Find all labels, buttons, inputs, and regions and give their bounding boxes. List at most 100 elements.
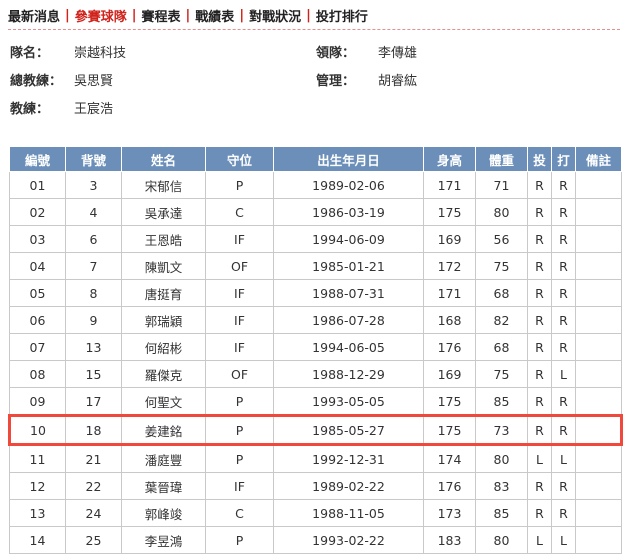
cell-jersey: 15 <box>65 360 122 388</box>
cell-throws: L <box>527 526 552 554</box>
table-row: 10 18 姜建銘 P 1985-05-27 175 73 R R <box>8 414 623 446</box>
cell-weight: 71 <box>475 171 528 199</box>
cell-birthdate: 1994-06-05 <box>273 333 424 361</box>
cell-height: 175 <box>423 198 476 226</box>
table-row: 02 4 吳承達 C 1986-03-19 175 80 R R <box>9 198 622 226</box>
cell-no: 12 <box>9 472 66 500</box>
nav-leaders[interactable]: 投打排行 <box>316 6 368 25</box>
cell-no: 03 <box>9 225 66 253</box>
cell-bats: R <box>551 333 576 361</box>
col-header-height: 身高 <box>423 147 476 172</box>
table-row: 13 24 郭峰竣 C 1988-11-05 173 85 R R <box>9 499 622 527</box>
team-name-label: 隊名： <box>10 46 50 61</box>
nav-schedule[interactable]: 賽程表 <box>142 6 181 25</box>
cell-weight: 83 <box>475 472 528 500</box>
cell-weight: 75 <box>475 252 528 280</box>
cell-no: 09 <box>9 387 66 416</box>
cell-notes <box>575 387 622 416</box>
cell-throws: R <box>527 306 552 334</box>
cell-name: 郭峰竣 <box>121 499 206 527</box>
cell-weight: 56 <box>475 225 528 253</box>
nav-latest-news[interactable]: 最新消息 <box>8 6 60 25</box>
cell-height: 173 <box>423 499 476 527</box>
cell-height: 176 <box>423 472 476 500</box>
col-header-notes: 備註 <box>575 147 622 172</box>
cell-jersey: 9 <box>65 306 122 334</box>
head-coach-value: 吳思賢 <box>74 74 114 89</box>
cell-notes <box>575 526 622 554</box>
cell-position: IF <box>205 279 274 307</box>
cell-no: 08 <box>9 360 66 388</box>
nav-separator: | <box>185 7 191 23</box>
col-header-jersey: 背號 <box>65 147 122 172</box>
cell-jersey: 7 <box>65 252 122 280</box>
cell-throws: R <box>527 198 552 226</box>
cell-jersey: 24 <box>65 499 122 527</box>
cell-throws: R <box>527 387 552 416</box>
table-row: 05 8 唐挺育 IF 1988-07-31 171 68 R R <box>9 279 622 307</box>
cell-position: IF <box>205 306 274 334</box>
nav-teams[interactable]: 參賽球隊 <box>75 6 127 25</box>
cell-no: 05 <box>9 279 66 307</box>
cell-throws: R <box>527 171 552 199</box>
cell-bats: R <box>551 499 576 527</box>
cell-height: 172 <box>423 252 476 280</box>
cell-bats: R <box>551 387 576 416</box>
cell-throws: R <box>527 414 552 446</box>
col-header-weight: 體重 <box>475 147 528 172</box>
info-row-assistant: 教練： 王宸浩 <box>10 96 620 124</box>
cell-birthdate: 1993-02-22 <box>273 526 424 554</box>
cell-position: IF <box>205 472 274 500</box>
cell-notes <box>575 279 622 307</box>
cell-name: 潘庭豐 <box>121 444 206 473</box>
cell-throws: R <box>527 499 552 527</box>
cell-no: 06 <box>9 306 66 334</box>
nav-matchups[interactable]: 對戰狀況 <box>249 6 301 25</box>
cell-position: C <box>205 499 274 527</box>
cell-throws: R <box>527 225 552 253</box>
cell-no: 02 <box>9 198 66 226</box>
leader-label: 領隊： <box>316 46 356 61</box>
cell-throws: L <box>527 444 552 473</box>
col-header-birthdate: 出生年月日 <box>273 147 424 172</box>
table-row: 06 9 郭瑞穎 IF 1986-07-28 168 82 R R <box>9 306 622 334</box>
cell-weight: 80 <box>475 526 528 554</box>
table-row: 11 21 潘庭豐 P 1992-12-31 174 80 L L <box>9 444 622 473</box>
cell-weight: 85 <box>475 499 528 527</box>
cell-height: 171 <box>423 279 476 307</box>
cell-name: 何紹彬 <box>121 333 206 361</box>
cell-height: 175 <box>423 387 476 416</box>
manager-value: 胡睿紘 <box>378 74 418 89</box>
nav-separator: | <box>239 7 245 23</box>
roster-body: 01 3 宋郁信 P 1989-02-06 171 71 R R 02 4 吳承達 C 1986-03-1… <box>8 171 623 554</box>
col-header-position: 守位 <box>205 147 274 172</box>
table-row: 03 6 王恩皓 IF 1994-06-09 169 56 R R <box>9 225 622 253</box>
cell-bats: R <box>551 225 576 253</box>
cell-no: 14 <box>9 526 66 554</box>
cell-name: 何聖文 <box>121 387 206 416</box>
nav-separator: | <box>65 7 70 23</box>
cell-weight: 68 <box>475 333 528 361</box>
cell-height: 168 <box>423 306 476 334</box>
cell-no: 07 <box>9 333 66 361</box>
cell-birthdate: 1989-02-22 <box>273 472 424 500</box>
cell-birthdate: 1989-02-06 <box>273 171 424 199</box>
table-row: 01 3 宋郁信 P 1989-02-06 171 71 R R <box>9 171 622 199</box>
table-row: 12 22 葉晉瑋 IF 1989-02-22 176 83 R R <box>9 472 622 500</box>
cell-birthdate: 1988-11-05 <box>273 499 424 527</box>
table-row: 08 15 羅傑克 OF 1988-12-29 169 75 R L <box>9 360 622 388</box>
cell-name: 姜建銘 <box>121 414 206 446</box>
cell-bats: R <box>551 171 576 199</box>
cell-position: P <box>205 444 274 473</box>
cell-jersey: 25 <box>65 526 122 554</box>
cell-name: 葉晉瑋 <box>121 472 206 500</box>
cell-name: 郭瑞穎 <box>121 306 206 334</box>
cell-height: 169 <box>423 360 476 388</box>
cell-throws: R <box>527 279 552 307</box>
cell-notes <box>575 472 622 500</box>
cell-bats: L <box>551 526 576 554</box>
cell-name: 吳承達 <box>121 198 206 226</box>
cell-birthdate: 1988-07-31 <box>273 279 424 307</box>
table-row: 04 7 陳凱文 OF 1985-01-21 172 75 R R <box>9 252 622 280</box>
nav-standings[interactable]: 戰績表 <box>195 6 234 25</box>
